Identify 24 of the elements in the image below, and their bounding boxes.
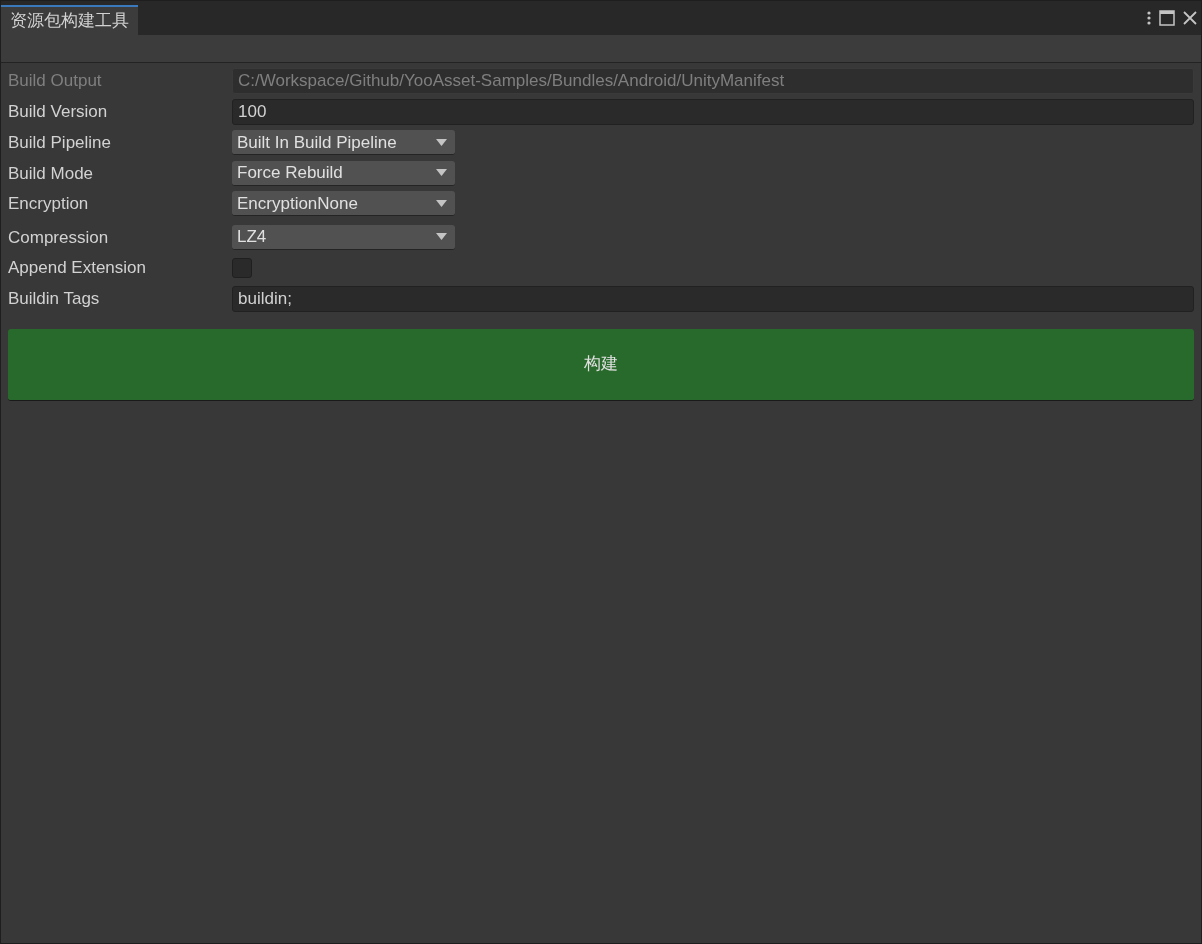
dropdown[interactable]: EncryptionNone bbox=[232, 191, 455, 217]
field-label: Append Extension bbox=[8, 257, 147, 279]
field-label: Build Output bbox=[8, 70, 103, 93]
caret-icon bbox=[436, 233, 447, 241]
field-label: Build Version bbox=[8, 101, 109, 124]
caret-icon bbox=[436, 138, 447, 146]
text-field[interactable]: buildin; bbox=[232, 285, 1194, 312]
window-tab[interactable]: 资源包构建工具 bbox=[1, 5, 138, 35]
build-button[interactable]: 构建 bbox=[8, 328, 1194, 401]
field-label: Build Mode bbox=[8, 162, 95, 185]
field-label: Build Pipeline bbox=[8, 132, 112, 154]
dropdown[interactable]: Force Rebuild bbox=[232, 160, 455, 186]
caret-icon bbox=[436, 199, 447, 207]
dropdown[interactable]: Built In Build Pipeline bbox=[232, 130, 455, 156]
caret-icon bbox=[436, 169, 447, 177]
checkbox[interactable] bbox=[232, 257, 252, 278]
text-field[interactable]: 100 bbox=[232, 99, 1194, 125]
field-label: Encryption bbox=[8, 193, 90, 215]
field-label: Compression bbox=[8, 226, 110, 249]
maximize-icon[interactable] bbox=[1159, 10, 1175, 26]
field-label: Buildin Tags bbox=[8, 287, 101, 310]
close-icon[interactable] bbox=[1183, 11, 1197, 25]
dropdown[interactable]: LZ4 bbox=[232, 224, 455, 250]
more-icon[interactable] bbox=[1147, 11, 1151, 25]
